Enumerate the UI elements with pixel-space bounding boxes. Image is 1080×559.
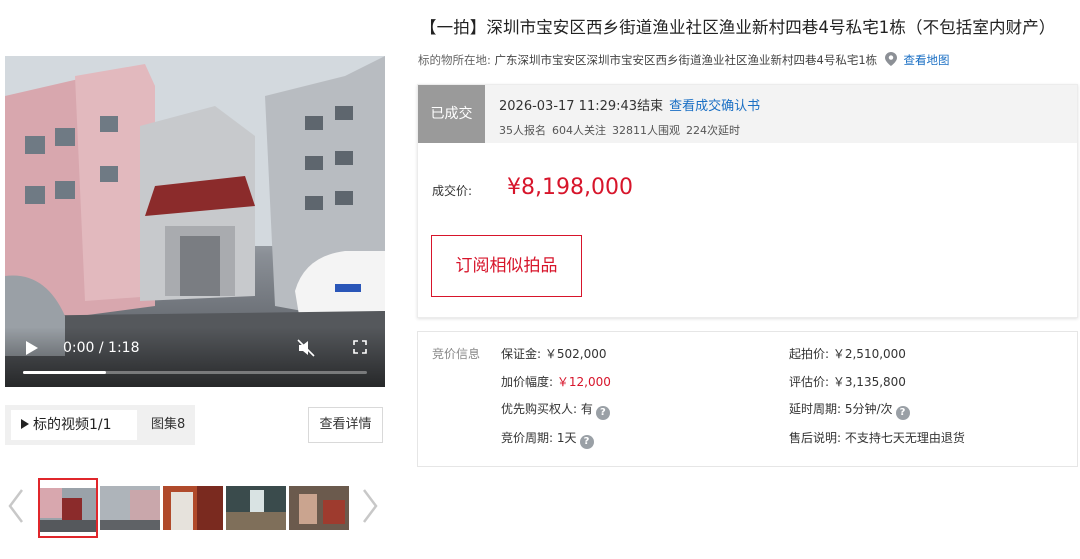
auction-stats: 35人报名 604人关注 32811人围观 224次延时 (499, 122, 746, 138)
thumbnail-3[interactable] (163, 478, 223, 538)
chevron-left-icon[interactable] (8, 488, 24, 524)
tab-video-label: 标的视频1/1 (33, 417, 112, 433)
signup-count: 35人报名 (499, 124, 546, 137)
tab-video[interactable]: 标的视频1/1 (11, 410, 137, 440)
viewer-count: 32811人围观 (612, 124, 680, 137)
location-label: 标的物所在地: (418, 53, 491, 67)
video-player[interactable]: 0:00 / 1:18 (5, 56, 385, 387)
location-address: 广东深圳市宝安区深圳市宝安区西乡街道渔业社区渔业新村四巷4号私宅1栋 (494, 53, 878, 67)
video-progress-fill (23, 371, 106, 374)
extension-period: 延时周期: 5分钟/次? (789, 400, 910, 420)
status-badge: 已成交 (418, 85, 485, 143)
thumbnail-image (40, 488, 96, 532)
bid-period: 竞价周期: 1天? (501, 429, 594, 449)
extension-count: 224次延时 (686, 124, 740, 137)
bid-info-panel: 竞价信息 保证金: ￥502,000 加价幅度: ￥12,000 优先购买权人:… (417, 331, 1078, 467)
bid-info-title: 竞价信息 (432, 347, 481, 361)
video-time: 0:00 / 1:18 (63, 340, 140, 356)
listing-location: 标的物所在地: 广东深圳市宝安区深圳市宝安区西乡街道渔业社区渔业新村四巷4号私宅… (418, 52, 949, 68)
chevron-right-icon[interactable] (362, 488, 378, 524)
thumbnail-4[interactable] (226, 478, 286, 538)
after-sale-note: 售后说明: 不支持七天无理由退货 (789, 431, 965, 445)
view-confirmation-link[interactable]: 查看成交确认书 (669, 99, 760, 114)
priority-buyer: 优先购买权人: 有? (501, 400, 610, 420)
mute-icon[interactable] (297, 339, 315, 357)
help-icon[interactable]: ? (895, 406, 910, 420)
help-icon[interactable]: ? (595, 406, 610, 420)
map-pin-icon (884, 52, 897, 66)
thumbnail-1[interactable] (38, 478, 98, 538)
follower-count: 604人关注 (552, 124, 606, 137)
tab-album[interactable]: 图集8 (151, 410, 185, 440)
thumbnail-2[interactable] (100, 478, 160, 538)
bid-increment: 加价幅度: ￥12,000 (501, 373, 611, 390)
end-time-text: 2026-03-17 11:29:43结束 (499, 99, 664, 114)
deal-price-label: 成交价: (432, 184, 473, 198)
thumbnail-image (226, 486, 286, 530)
video-progress-bar[interactable] (23, 371, 367, 374)
auction-end-time: 2026-03-17 11:29:43结束 查看成交确认书 (499, 95, 760, 114)
bid-increment-label: 加价幅度: (501, 375, 557, 389)
media-tabs: 标的视频1/1 图集8 (5, 405, 195, 445)
play-icon[interactable] (25, 340, 39, 356)
video-controls: 0:00 / 1:18 (5, 327, 385, 387)
extension-period-text: 延时周期: 5分钟/次 (789, 402, 893, 416)
starting-price: 起拍价: ￥2,510,000 (789, 347, 906, 361)
deal-price: ¥8,198,000 (507, 175, 633, 200)
deal-panel: 已成交 2026-03-17 11:29:43结束 查看成交确认书 35人报名 60… (417, 84, 1078, 318)
thumbnail-image (100, 486, 160, 530)
fullscreen-icon[interactable] (353, 340, 367, 354)
play-triangle-icon (21, 419, 29, 429)
thumbnail-5[interactable] (289, 478, 349, 538)
bid-period-text: 竞价周期: 1天 (501, 431, 577, 445)
listing-title: 【一拍】深圳市宝安区西乡街道渔业社区渔业新村四巷4号私宅1栋（不包括室内财产） (420, 18, 1056, 37)
bid-increment-value: ￥12,000 (556, 375, 611, 389)
deal-header: 已成交 2026-03-17 11:29:43结束 查看成交确认书 35人报名 60… (418, 85, 1077, 143)
priority-buyer-text: 优先购买权人: 有 (501, 402, 593, 416)
thumbnail-image (289, 486, 349, 530)
thumbnail-image (163, 486, 223, 530)
view-details-button[interactable]: 查看详情 (308, 407, 383, 443)
subscribe-similar-button[interactable]: 订阅相似拍品 (431, 235, 582, 297)
appraisal-price: 评估价: ￥3,135,800 (789, 375, 906, 389)
help-icon[interactable]: ? (579, 435, 594, 449)
deposit: 保证金: ￥502,000 (501, 347, 607, 361)
view-map-link[interactable]: 查看地图 (903, 53, 949, 67)
